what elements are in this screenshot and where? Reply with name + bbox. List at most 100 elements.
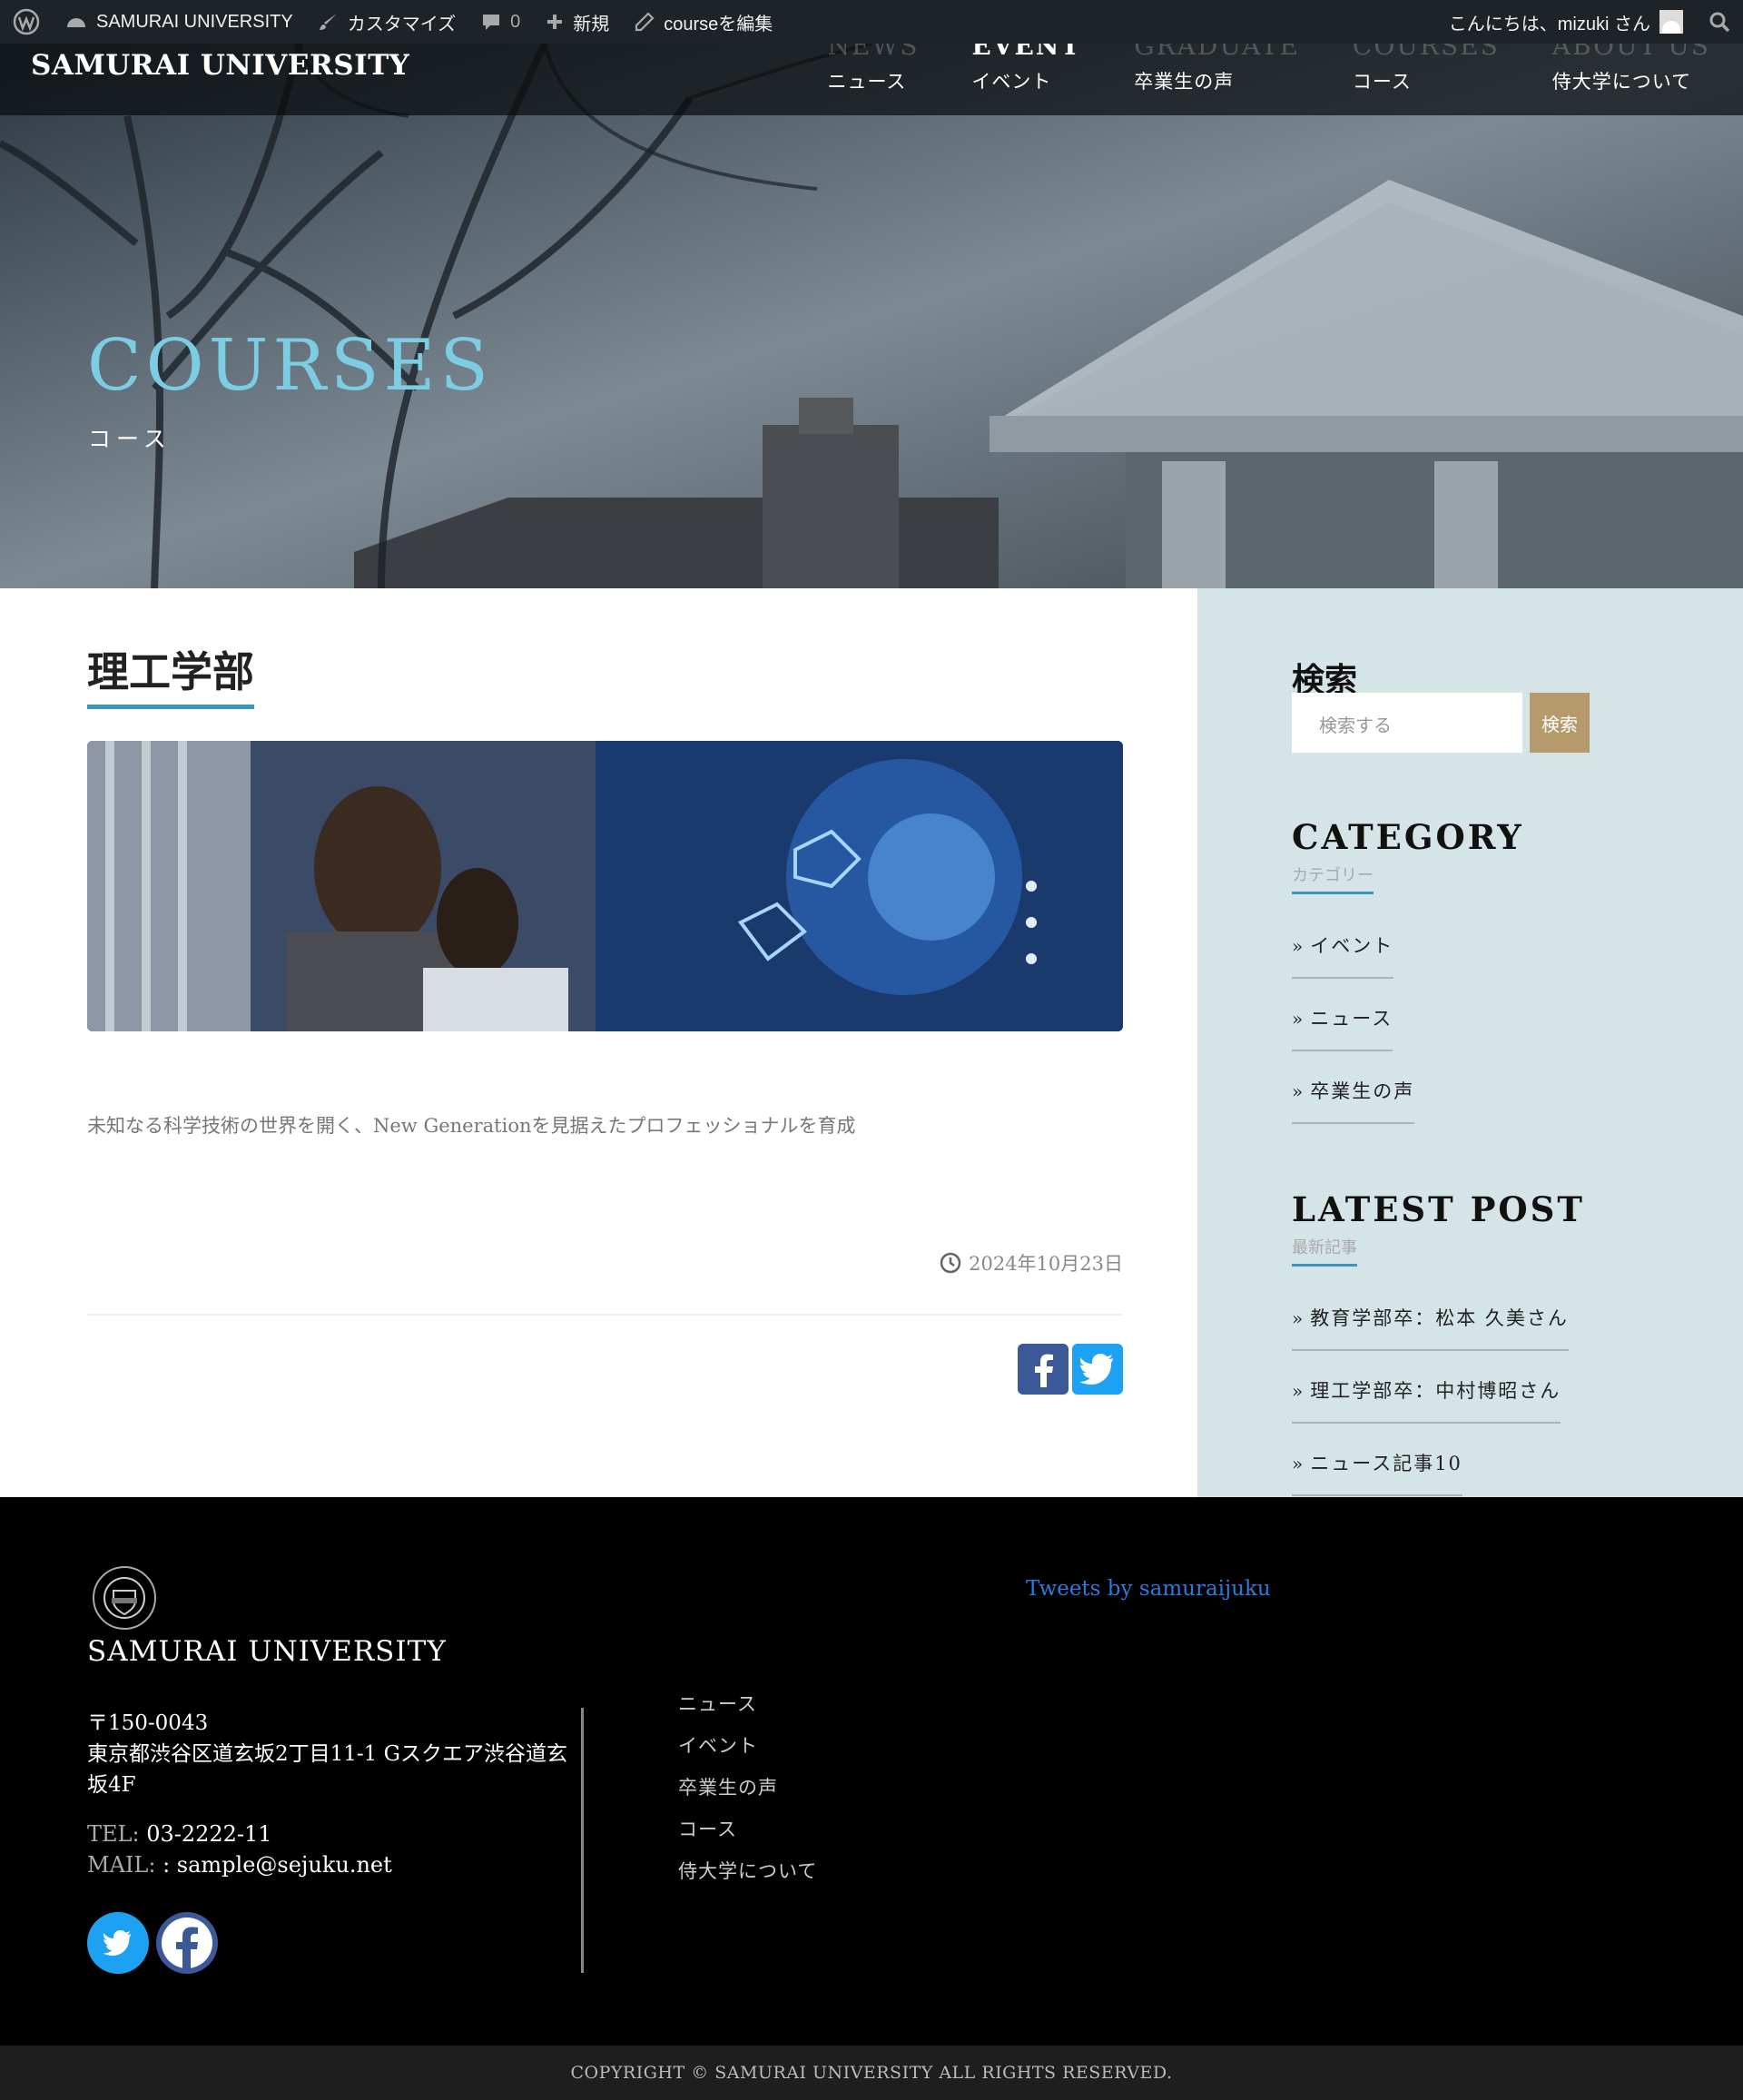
wordpress-logo-icon[interactable]: [0, 0, 53, 44]
admin-greeting: こんにちは、mizuki さん: [1448, 14, 1650, 35]
nav-item-courses[interactable]: COURSES コース: [1353, 44, 1500, 115]
plus-icon: [547, 15, 563, 29]
latest-post-subtitle: 最新記事: [1292, 1235, 1357, 1267]
divider: [87, 1314, 1123, 1316]
avatar: [1659, 10, 1683, 34]
nav-item-en: NEWS: [827, 44, 920, 61]
category-item[interactable]: » ニュース: [1292, 991, 1393, 1051]
sidebar: 検索 検索する 検索 CATEGORY カテゴリー » イベント » ニュース » 卒…: [1197, 588, 1743, 1497]
admin-edit[interactable]: courseを編集: [622, 0, 785, 44]
hero-background-image: [0, 44, 1743, 588]
footer-nav-item[interactable]: 卒業生の声: [678, 1773, 817, 1815]
admin-comments[interactable]: 0: [468, 0, 533, 44]
search-input[interactable]: 検索する: [1292, 693, 1522, 753]
mail-value[interactable]: : sample@sejuku.net: [162, 1852, 392, 1878]
footer-brand: SAMURAI UNIVERSITY: [87, 1635, 447, 1668]
admin-new[interactable]: 新規: [533, 0, 622, 44]
admin-edit-label: courseを編集: [664, 14, 773, 35]
nav-item-event[interactable]: EVENT イベント: [971, 44, 1081, 115]
main-nav: NEWS ニュース EVENT イベント GRADUATE 卒業生の声 COUR…: [774, 44, 1710, 115]
nav-item-en: GRADUATE: [1134, 44, 1300, 61]
post-title: 理工学部: [87, 639, 254, 709]
footer-address-line: 東京都渋谷区道玄坂2丁目11-1 Gスクエア渋谷道玄坂4F: [87, 1742, 567, 1797]
twitter-share-button[interactable]: [1072, 1344, 1123, 1395]
copyright: COPYRIGHT © SAMURAI UNIVERSITY ALL RIGHT…: [0, 2046, 1743, 2100]
tel-label: TEL:: [87, 1821, 140, 1847]
latest-post-item[interactable]: » 理工学部卒：中村博昭さん: [1292, 1364, 1561, 1424]
site-brand[interactable]: SAMURAI UNIVERSITY: [31, 49, 409, 82]
facebook-link[interactable]: [156, 1912, 218, 1974]
nav-item-ja: イベント: [971, 71, 1052, 93]
post-date: 2024年10月23日: [940, 1249, 1123, 1277]
footer-nav: ニュース イベント 卒業生の声 コース 侍大学について: [678, 1690, 817, 1898]
footer-postal: 〒150-0043: [87, 1711, 209, 1735]
footer-contact: TEL: 03-2222-11 MAIL: : sample@sejuku.ne…: [87, 1819, 392, 1880]
chevron-right-icon: »: [1292, 1380, 1305, 1402]
admin-comments-count: 0: [510, 11, 521, 32]
category-subtitle: カテゴリー: [1292, 863, 1374, 894]
site-footer: SAMURAI UNIVERSITY 〒150-0043 東京都渋谷区道玄坂2丁…: [0, 1497, 1743, 2046]
chevron-right-icon: »: [1292, 1307, 1305, 1329]
clock-icon: [940, 1252, 961, 1274]
post-featured-image: [87, 741, 1123, 1031]
admin-search[interactable]: [1696, 0, 1743, 44]
admin-site-name[interactable]: SAMURAI UNIVERSITY: [53, 0, 306, 44]
pencil-icon: [635, 12, 655, 32]
facebook-icon: [162, 1918, 212, 1970]
nav-item-graduate[interactable]: GRADUATE 卒業生の声: [1134, 44, 1300, 115]
admin-bar: SAMURAI UNIVERSITY カスタマイズ 0 新規 courseを編集…: [0, 0, 1743, 44]
tel-value[interactable]: 03-2222-11: [146, 1821, 271, 1847]
chevron-right-icon: »: [1292, 1080, 1305, 1102]
category-item-label: ニュース: [1310, 1008, 1393, 1030]
search-button[interactable]: 検索: [1530, 693, 1590, 753]
mail-label: MAIL:: [87, 1852, 156, 1878]
hero-banner: SAMURAI UNIVERSITY NEWS ニュース EVENT イベント …: [0, 44, 1743, 588]
latest-post-item-label: 教育学部卒：松本 久美さん: [1310, 1307, 1569, 1329]
chevron-right-icon: »: [1292, 1453, 1305, 1474]
nav-item-about[interactable]: ABOUT US 侍大学について: [1552, 44, 1710, 115]
facebook-icon: [1035, 1354, 1053, 1387]
nav-item-en: COURSES: [1352, 44, 1500, 61]
site-header: SAMURAI UNIVERSITY NEWS ニュース EVENT イベント …: [0, 44, 1743, 115]
facebook-share-button[interactable]: [1018, 1344, 1068, 1395]
university-crest-logo[interactable]: [93, 1566, 156, 1630]
hero-title: COURSES: [87, 325, 493, 407]
nav-item-ja: コース: [1352, 71, 1412, 93]
latest-post-list: » 教育学部卒：松本 久美さん » 理工学部卒：中村博昭さん » ニュース記事10: [1292, 1291, 1569, 1497]
category-item-label: イベント: [1310, 935, 1394, 957]
admin-customize[interactable]: カスタマイズ: [306, 0, 468, 44]
latest-post-item-label: ニュース記事10: [1310, 1453, 1462, 1474]
brush-icon: [319, 14, 337, 30]
footer-nav-item[interactable]: コース: [678, 1815, 817, 1857]
twitter-timeline-link[interactable]: Tweets by samuraijuku: [1026, 1577, 1271, 1601]
nav-item-ja: 卒業生の声: [1134, 71, 1235, 93]
footer-social: [87, 1912, 218, 1974]
chevron-right-icon: »: [1292, 1008, 1305, 1030]
category-title: CATEGORY: [1292, 817, 1524, 857]
latest-post-item[interactable]: » 教育学部卒：松本 久美さん: [1292, 1291, 1569, 1351]
category-item[interactable]: » 卒業生の声: [1292, 1064, 1415, 1124]
hero-subtitle: コース: [88, 426, 172, 452]
admin-site-name-label: SAMURAI UNIVERSITY: [96, 11, 293, 32]
latest-post-item[interactable]: » ニュース記事10: [1292, 1436, 1462, 1496]
twitter-icon: [1080, 1354, 1113, 1385]
twitter-link[interactable]: [87, 1912, 149, 1974]
footer-nav-item[interactable]: イベント: [678, 1731, 817, 1773]
footer-nav-item[interactable]: 侍大学について: [678, 1857, 817, 1898]
chevron-right-icon: »: [1292, 935, 1305, 957]
footer-nav-item[interactable]: ニュース: [678, 1690, 817, 1731]
footer-divider: [581, 1708, 584, 1973]
nav-item-ja: 侍大学について: [1551, 71, 1692, 93]
nav-item-ja: ニュース: [827, 71, 907, 93]
admin-account[interactable]: こんにちは、mizuki さん: [1436, 0, 1696, 44]
footer-address: 〒150-0043 東京都渋谷区道玄坂2丁目11-1 Gスクエア渋谷道玄坂4F: [87, 1708, 577, 1800]
category-item[interactable]: » イベント: [1292, 919, 1394, 979]
category-item-label: 卒業生の声: [1310, 1080, 1415, 1102]
admin-customize-label: カスタマイズ: [347, 14, 457, 35]
main-content: 理工学部 未知なる科学技術の世界を開く、New Generationを見据えたプ…: [0, 588, 1197, 1497]
nav-item-news[interactable]: NEWS ニュース: [827, 44, 919, 115]
latest-post-item-label: 理工学部卒：中村博昭さん: [1310, 1380, 1561, 1402]
nav-item-en: ABOUT US: [1551, 44, 1710, 61]
post-date-text: 2024年10月23日: [969, 1253, 1123, 1275]
nav-item-en: EVENT: [971, 44, 1082, 61]
